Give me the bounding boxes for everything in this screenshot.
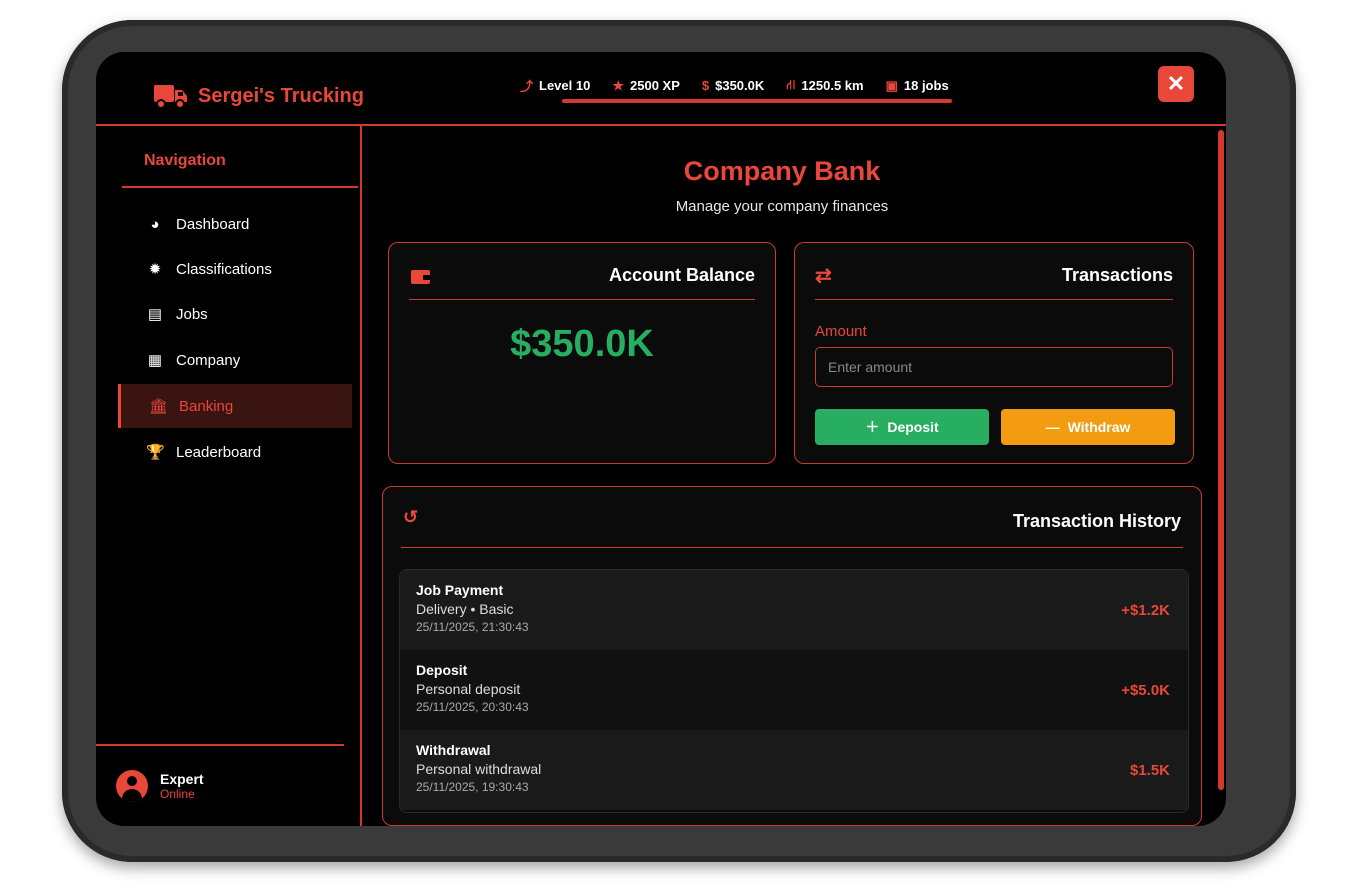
- sidebar-item-leaderboard[interactable]: 🏆 Leaderboard: [118, 430, 352, 474]
- transaction-amount: $1.5K: [1129, 762, 1170, 779]
- sidebar-bottom-divider: [96, 744, 344, 746]
- history-icon: ↺: [403, 507, 419, 527]
- brand: Sergei's Trucking: [154, 82, 364, 110]
- top-bar: Sergei's Trucking ⤴ Level 10 ★ 2500 XP $…: [96, 52, 1226, 126]
- amount-label: Amount: [815, 323, 867, 340]
- sidebar-item-dashboard[interactable]: ◕ Dashboard: [118, 202, 352, 246]
- table-row[interactable]: Deposit Personal deposit 25/11/2025, 20:…: [400, 650, 1188, 730]
- transactions-card: ⇄ Transactions Amount ＋ Deposit — Withdr…: [794, 242, 1194, 464]
- deposit-label: Deposit: [887, 419, 939, 435]
- account-balance-card: Account Balance $350.0K: [388, 242, 776, 464]
- stat-money: $ $350.0K: [702, 76, 764, 95]
- stat-jobs-value: 18 jobs: [903, 78, 949, 93]
- avatar: [116, 770, 148, 802]
- app-screen: Sergei's Trucking ⤴ Level 10 ★ 2500 XP $…: [96, 52, 1226, 826]
- sidebar-item-label: Classifications: [176, 260, 272, 278]
- sidebar-item-label: Company: [176, 351, 241, 369]
- card-divider: [401, 547, 1183, 548]
- close-button[interactable]: ✕: [1158, 66, 1194, 102]
- truck-icon: [154, 85, 187, 109]
- transaction-date: 25/11/2025, 19:30:43: [416, 780, 529, 794]
- table-row[interactable]: Job Payment Delivery • Basic 25/11/2025,…: [400, 570, 1188, 650]
- plus-icon: ＋: [865, 419, 880, 435]
- card-divider: [409, 299, 755, 300]
- stat-jobs: ▣ 18 jobs: [886, 76, 949, 95]
- user-status: Online: [160, 787, 195, 801]
- stat-distance: ⛙ 1250.5 km: [786, 76, 863, 95]
- transaction-date: 25/11/2025, 21:30:43: [416, 620, 529, 634]
- sidebar-item-jobs[interactable]: ▤ Jobs: [118, 292, 352, 336]
- building-icon: ▦: [147, 352, 163, 369]
- sidebar-item-company[interactable]: ▦ Company: [118, 338, 352, 382]
- brand-name: Sergei's Trucking: [198, 84, 364, 107]
- sidebar-item-label: Banking: [179, 397, 234, 415]
- card-divider: [815, 299, 1173, 300]
- transaction-title: Deposit: [416, 662, 468, 678]
- bank-icon: 🏛: [149, 398, 169, 415]
- page-subtitle: Manage your company finances: [675, 198, 889, 215]
- transaction-list[interactable]: Job Payment Delivery • Basic 25/11/2025,…: [399, 569, 1189, 813]
- stat-xp: ★ 2500 XP: [612, 76, 680, 95]
- withdraw-button[interactable]: — Withdraw: [1001, 409, 1175, 445]
- dollar-icon: $: [701, 78, 710, 93]
- sidebar: Navigation ◕ Dashboard ✹ Classifications…: [96, 126, 362, 826]
- account-balance-title: Account Balance: [608, 265, 755, 285]
- transaction-description: Personal withdrawal: [416, 761, 542, 777]
- clipboard-check-icon: ▣: [885, 77, 898, 93]
- wallet-icon: [411, 270, 430, 284]
- transactions-title: Transactions: [1061, 265, 1173, 285]
- transaction-amount: +$5.0K: [1121, 682, 1170, 699]
- page-title: Company Bank: [683, 156, 881, 186]
- star-icon: ★: [612, 77, 624, 93]
- table-row[interactable]: Withdrawal Personal withdrawal 25/11/202…: [400, 730, 1188, 810]
- level-up-icon: ⤴: [520, 79, 534, 94]
- transaction-history-title: Transaction History: [1012, 511, 1181, 531]
- road-icon: ⛙: [786, 76, 796, 92]
- withdraw-label: Withdraw: [1067, 419, 1131, 435]
- nav-title: Navigation: [144, 152, 226, 169]
- gauge-icon: ◕: [150, 215, 160, 233]
- sidebar-item-banking[interactable]: 🏛 Banking: [118, 384, 352, 428]
- stat-level-value: Level 10: [539, 78, 591, 93]
- sidebar-item-label: Leaderboard: [176, 443, 262, 461]
- transaction-description: Personal deposit: [416, 681, 521, 697]
- stat-money-value: $350.0K: [715, 78, 765, 93]
- scrollbar[interactable]: [1218, 130, 1224, 790]
- amount-input[interactable]: [815, 347, 1173, 387]
- transaction-amount: +$1.2K: [1121, 602, 1170, 619]
- sidebar-item-label: Jobs: [176, 305, 208, 323]
- transaction-description: Delivery • Basic: [416, 601, 514, 617]
- stat-xp-value: 2500 XP: [630, 78, 680, 93]
- stat-distance-value: 1250.5 km: [801, 78, 864, 93]
- user-name: Expert: [160, 771, 204, 787]
- minus-icon: —: [1045, 419, 1060, 435]
- balance-amount: $350.0K: [510, 323, 654, 365]
- sidebar-item-classifications[interactable]: ✹ Classifications: [118, 247, 352, 291]
- stats-underline: [562, 99, 952, 103]
- user-profile[interactable]: Expert Online: [116, 770, 204, 802]
- stat-level: ⤴ Level 10: [520, 76, 590, 95]
- transaction-date: 25/11/2025, 20:30:43: [416, 700, 529, 714]
- main-content: Company Bank Manage your company finance…: [362, 126, 1226, 826]
- transaction-title: Withdrawal: [416, 742, 491, 758]
- trophy-icon: 🏆: [146, 444, 165, 461]
- transaction-history-card: ↺ Transaction History Job Payment Delive…: [382, 486, 1202, 826]
- badge-icon: ✹: [148, 261, 162, 278]
- transfer-icon: ⇄: [815, 265, 832, 287]
- stats-bar: ⤴ Level 10 ★ 2500 XP $ $350.0K ⛙ 1250.5 …: [520, 76, 949, 95]
- transaction-title: Job Payment: [416, 582, 504, 598]
- sidebar-item-label: Dashboard: [176, 215, 250, 233]
- deposit-button[interactable]: ＋ Deposit: [815, 409, 989, 445]
- nav-divider: [122, 186, 358, 188]
- clipboard-icon: ▤: [147, 306, 163, 323]
